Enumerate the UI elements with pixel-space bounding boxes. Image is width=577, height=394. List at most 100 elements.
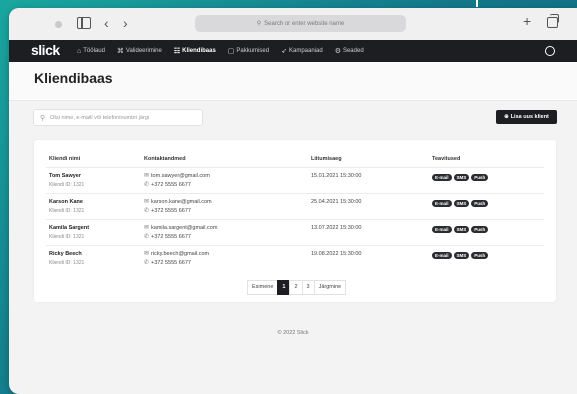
forward-icon[interactable]: › [123, 16, 128, 30]
mail-icon: ✉ [144, 199, 150, 205]
notification-badge: Push [471, 174, 489, 181]
notification-badges: E-mail SMS Push [432, 252, 489, 259]
contact-cell: ✉ tom.sawyer@gmail.com ✆ +372 5555 6677 [144, 172, 210, 190]
notification-badge: E-mail [432, 226, 452, 233]
search-field[interactable]: ⚲ [33, 109, 203, 126]
client-name-cell: Karson Kane Kliendi ID: 1321 [49, 198, 84, 216]
nav-item-1[interactable]: ⌘ Valideerimine [117, 40, 162, 62]
app-navbar: slick ⌂ Töölaud ⌘ Valideerimine ☷ Kliendibaas… [9, 40, 577, 62]
notification-badge: SMS [453, 200, 470, 207]
user-avatar-icon[interactable] [545, 46, 555, 56]
nav-item-3[interactable]: ▢ Pakkumised [228, 40, 269, 62]
table-row[interactable]: Kamila Sargent Kliendi ID: 1321 ✉ kamila.sa… [46, 219, 544, 246]
back-icon[interactable]: ‹ [104, 16, 109, 30]
table-row[interactable]: Tom Sawyer Kliendi ID: 1321 ✉ tom.sawyer@gm… [46, 167, 544, 194]
clients-table-card: Kliendi nimi Kontaktandmed Liitumisaeg T… [34, 140, 556, 302]
window-control[interactable] [55, 21, 62, 28]
joined-date: 15.01.2021 15:30:00 [311, 173, 362, 179]
address-bar[interactable]: ⚲ Search or enter website name [195, 15, 406, 32]
notification-badge: Push [471, 252, 489, 259]
joined-date: 13.07.2022 15:30:00 [311, 225, 362, 231]
client-email[interactable]: tom.sawyer@gmail.com [151, 173, 210, 179]
nav-icon: ☷ [173, 48, 181, 55]
browser-window: ‹ › ⚲ Search or enter website name + sli… [9, 8, 577, 394]
client-name: Kamila Sargent [49, 225, 90, 231]
add-client-label: Lisa uus klient [510, 114, 549, 120]
notification-badges: E-mail SMS Push [432, 200, 489, 207]
notification-badge: SMS [453, 252, 470, 259]
phone-icon: ✆ [144, 182, 150, 188]
nav-item-0[interactable]: ⌂ Töölaud [77, 40, 105, 62]
plus-circle-icon: ⊕ [504, 114, 509, 120]
screen-edge-marker [476, 0, 478, 7]
new-tab-icon[interactable]: + [523, 14, 531, 28]
page-header: Kliendibaas [9, 62, 577, 101]
notification-badge: Push [471, 200, 489, 207]
sidebar-toggle-icon[interactable] [77, 17, 91, 29]
contact-cell: ✉ ricky.beech@gmail.com ✆ +372 5555 6677 [144, 250, 209, 268]
nav-icon: ➶ [281, 48, 287, 55]
notification-badge: Push [471, 226, 489, 233]
nav-label: Valideerimine [125, 48, 162, 54]
tab-overview-icon[interactable] [547, 14, 559, 28]
phone-icon: ✆ [144, 234, 150, 240]
joined-date: 19.08.2022 15:30:00 [311, 251, 362, 257]
pagination-next-button[interactable]: Järgmine [313, 280, 347, 295]
client-phone[interactable]: +372 5555 6677 [151, 182, 191, 188]
client-id: Kliendi ID: 1321 [49, 234, 85, 240]
client-email[interactable]: kamila.sargent@gmail.com [151, 225, 217, 231]
add-client-button[interactable]: ⊕ Lisa uus klient [496, 110, 557, 124]
notification-badge: SMS [453, 226, 470, 233]
client-phone[interactable]: +372 5555 6677 [151, 208, 191, 214]
search-input[interactable] [50, 114, 191, 121]
nav-item-4[interactable]: ➶ Kampaaniad [281, 40, 323, 62]
nav-icon: ⚙ [334, 48, 341, 55]
mail-icon: ✉ [144, 173, 150, 179]
pagination-first-button[interactable]: Esimene [247, 280, 279, 295]
browser-toolbar: ‹ › ⚲ Search or enter website name + [9, 8, 577, 41]
notification-badge: E-mail [432, 200, 452, 207]
nav-label: Pakkumised [236, 48, 270, 54]
client-email[interactable]: karson.kane@gmail.com [151, 199, 212, 205]
main-nav: ⌂ Töölaud ⌘ Valideerimine ☷ Kliendibaas ▢ Pakku… [77, 40, 376, 62]
nav-label: Kampaaniad [288, 48, 323, 54]
client-name: Karson Kane [49, 199, 83, 205]
nav-label: Seaded [342, 48, 364, 54]
client-email[interactable]: ricky.beech@gmail.com [151, 251, 209, 257]
mail-icon: ✉ [144, 251, 150, 257]
nav-label: Kliendibaas [182, 48, 216, 54]
client-id: Kliendi ID: 1321 [49, 260, 85, 266]
client-name-cell: Tom Sawyer Kliendi ID: 1321 [49, 172, 84, 190]
notification-badges: E-mail SMS Push [432, 174, 489, 181]
mail-icon: ✉ [144, 225, 150, 231]
notification-badge: E-mail [432, 174, 452, 181]
client-phone[interactable]: +372 5555 6677 [151, 260, 191, 266]
table-row[interactable]: Karson Kane Kliendi ID: 1321 ✉ karson.kane@… [46, 193, 544, 220]
column-header-contact: Kontaktandmed [144, 156, 186, 162]
column-header-joined: Liitumisaeg [311, 156, 342, 162]
page-title: Kliendibaas [34, 70, 113, 86]
client-name-cell: Kamila Sargent Kliendi ID: 1321 [49, 224, 89, 242]
joined-date: 25.04.2021 15:30:00 [311, 199, 362, 205]
client-name: Ricky Beech [49, 251, 82, 257]
nav-item-5[interactable]: ⚙ Seaded [335, 40, 364, 62]
nav-icon: ⌂ [77, 47, 82, 55]
table-row[interactable]: Ricky Beech Kliendi ID: 1321 ✉ ricky.beech@… [46, 245, 544, 272]
client-id: Kliendi ID: 1321 [49, 182, 85, 188]
notification-badge: SMS [453, 174, 470, 181]
nav-item-2[interactable]: ☷ Kliendibaas [174, 40, 216, 62]
contact-cell: ✉ kamila.sargent@gmail.com ✆ +372 5555 6677 [144, 224, 217, 242]
client-name-cell: Ricky Beech Kliendi ID: 1321 [49, 250, 84, 268]
notification-badge: E-mail [432, 252, 452, 259]
nav-label: Töölaud [83, 48, 105, 54]
footer-copyright: © 2022 Slick [277, 330, 309, 336]
app-logo[interactable]: slick [31, 42, 60, 58]
search-icon: ⚲ [256, 21, 262, 27]
client-phone[interactable]: +372 5555 6677 [151, 234, 191, 240]
client-id: Kliendi ID: 1321 [49, 208, 85, 214]
nav-icon: ⌘ [116, 48, 124, 55]
pagination: Esimene 1 2 3 Järgmine [247, 280, 347, 295]
column-header-notifications: Teavitused [432, 156, 461, 162]
client-name: Tom Sawyer [49, 173, 81, 179]
phone-icon: ✆ [144, 208, 150, 214]
